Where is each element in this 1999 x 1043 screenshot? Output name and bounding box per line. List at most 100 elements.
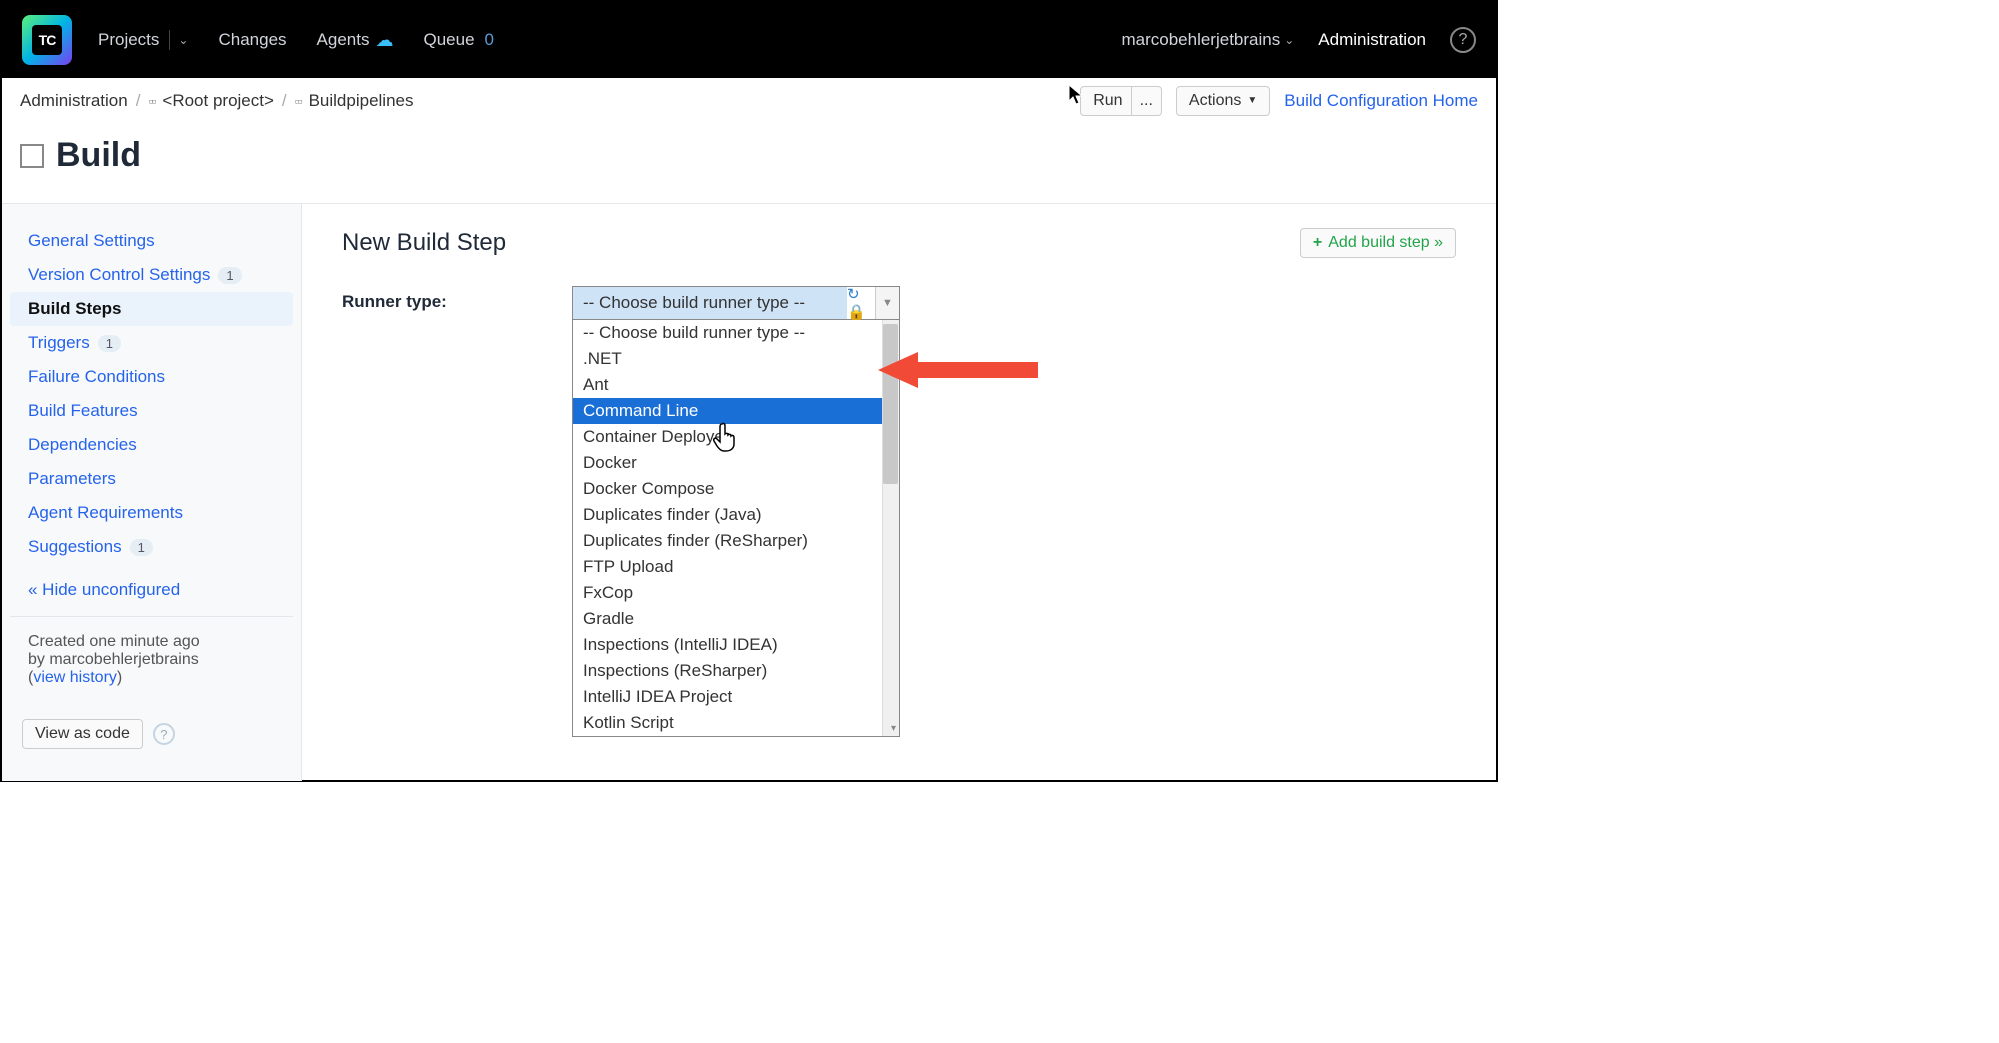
- sidebar-item-label: Build Steps: [28, 299, 122, 319]
- sidebar-item-features[interactable]: Build Features: [10, 394, 293, 428]
- nav-queue-count: 0: [485, 30, 494, 50]
- help-icon[interactable]: ?: [153, 723, 175, 745]
- user-menu[interactable]: marcobehlerjetbrains ⌄: [1121, 30, 1294, 50]
- main-header: New Build Step + Add build step »: [342, 228, 1456, 258]
- build-config-icon: [20, 144, 44, 168]
- project-icon: ▫▫: [295, 93, 301, 109]
- dropdown-option[interactable]: Docker Compose: [573, 476, 899, 502]
- sidebar-item-failure[interactable]: Failure Conditions: [10, 360, 293, 394]
- sidebar-item-label: Build Features: [28, 401, 138, 421]
- actions-button-label: Actions: [1189, 92, 1241, 110]
- runner-type-value: -- Choose build runner type --: [573, 287, 847, 319]
- nav-changes[interactable]: Changes: [218, 30, 286, 50]
- sidebar-item-general[interactable]: General Settings: [10, 224, 293, 258]
- sidebar-footer: View as code ?: [10, 703, 293, 765]
- runner-type-combo[interactable]: -- Choose build runner type -- ↻🔒 ▼: [572, 286, 900, 320]
- user-name: marcobehlerjetbrains: [1121, 30, 1280, 50]
- run-more-button[interactable]: ...: [1132, 86, 1162, 116]
- sidebar-item-triggers[interactable]: Triggers 1: [10, 326, 293, 360]
- hide-unconfigured-label: « Hide unconfigured: [28, 580, 180, 599]
- breadcrumb-root[interactable]: <Root project>: [162, 91, 274, 111]
- sidebar-item-label: General Settings: [28, 231, 155, 251]
- sidebar-item-agentreq[interactable]: Agent Requirements: [10, 496, 293, 530]
- combo-arrow-icon[interactable]: ▼: [875, 287, 899, 319]
- red-arrow-annotation: [878, 350, 1038, 395]
- dropdown-option[interactable]: FxCop: [573, 580, 899, 606]
- view-history-link[interactable]: view history: [33, 669, 117, 686]
- nav-projects-label: Projects: [98, 30, 159, 50]
- created-line-1: Created one minute ago: [28, 633, 275, 651]
- sidebar-item-deps[interactable]: Dependencies: [10, 428, 293, 462]
- nav-projects[interactable]: Projects: [98, 30, 170, 50]
- actions-button[interactable]: Actions ▼: [1176, 86, 1270, 116]
- dropdown-option[interactable]: Ant: [573, 372, 899, 398]
- hide-unconfigured-link[interactable]: « Hide unconfigured: [10, 564, 293, 616]
- nav-agents-label: Agents: [317, 30, 370, 50]
- cloud-icon: ☁: [375, 30, 393, 51]
- sidebar-badge: 1: [218, 267, 241, 284]
- breadcrumb-admin[interactable]: Administration: [20, 91, 128, 111]
- sidebar-item-label: Dependencies: [28, 435, 137, 455]
- scrollbar-thumb[interactable]: [883, 324, 898, 484]
- scroll-down-icon[interactable]: ▾: [891, 723, 896, 734]
- dropdown-option[interactable]: Inspections (IntelliJ IDEA): [573, 632, 899, 658]
- config-home-link[interactable]: Build Configuration Home: [1284, 91, 1478, 111]
- sidebar-item-params[interactable]: Parameters: [10, 462, 293, 496]
- dropdown-option[interactable]: IntelliJ IDEA Project: [573, 684, 899, 710]
- created-line-2: by marcobehlerjetbrains: [28, 651, 275, 669]
- sidebar-item-vcs[interactable]: Version Control Settings 1: [10, 258, 293, 292]
- nav-queue-label: Queue: [423, 30, 474, 50]
- nav-changes-label: Changes: [218, 30, 286, 50]
- dropdown-option[interactable]: Inspections (ReSharper): [573, 658, 899, 684]
- run-more-label: ...: [1140, 92, 1153, 110]
- run-button[interactable]: Run: [1080, 86, 1131, 116]
- sidebar-item-label: Suggestions: [28, 537, 122, 557]
- dropdown-option[interactable]: Duplicates finder (Java): [573, 502, 899, 528]
- page-title-row: Build: [2, 124, 1496, 203]
- breadcrumb: Administration / ▫▫ <Root project> / ▫▫ …: [20, 91, 413, 111]
- main-title: New Build Step: [342, 229, 506, 257]
- sidebar-badge: 1: [98, 335, 121, 352]
- nav-administration-label: Administration: [1318, 30, 1426, 49]
- nav-agents[interactable]: Agents ☁: [317, 30, 394, 51]
- sub-header: Administration / ▫▫ <Root project> / ▫▫ …: [2, 78, 1496, 124]
- sidebar-item-build-steps[interactable]: Build Steps: [10, 292, 293, 326]
- runner-type-dropdown[interactable]: -- Choose build runner type --.NETAntCom…: [572, 320, 900, 737]
- sidebar-item-label: Agent Requirements: [28, 503, 183, 523]
- dropdown-option[interactable]: FTP Upload: [573, 554, 899, 580]
- top-bar: TC Projects ⌄ Changes Agents ☁ Queue 0 m…: [2, 2, 1496, 78]
- nav-administration[interactable]: Administration: [1318, 30, 1426, 50]
- sidebar-item-label: Triggers: [28, 333, 90, 353]
- breadcrumb-separator: /: [136, 91, 141, 111]
- refresh-lock-icon[interactable]: ↻🔒: [847, 285, 875, 321]
- dropdown-option[interactable]: Container Deployer: [573, 424, 899, 450]
- dropdown-option[interactable]: -- Choose build runner type --: [573, 320, 899, 346]
- project-icon: ▫▫: [148, 93, 154, 109]
- dropdown-option[interactable]: Command Line: [573, 398, 899, 424]
- top-right: marcobehlerjetbrains ⌄ Administration ?: [1121, 27, 1476, 53]
- teamcity-logo[interactable]: TC: [22, 15, 72, 65]
- dropdown-option[interactable]: .NET: [573, 346, 899, 372]
- chevron-down-icon[interactable]: ⌄: [178, 33, 188, 47]
- help-icon[interactable]: ?: [1450, 27, 1476, 53]
- view-as-code-label: View as code: [35, 725, 130, 743]
- sidebar-list: General Settings Version Control Setting…: [10, 224, 293, 616]
- dropdown-option[interactable]: Gradle: [573, 606, 899, 632]
- main-content: New Build Step + Add build step » Runner…: [302, 204, 1496, 781]
- breadcrumb-separator: /: [282, 91, 287, 111]
- sidebar-item-label: Parameters: [28, 469, 116, 489]
- dropdown-option[interactable]: Duplicates finder (ReSharper): [573, 528, 899, 554]
- add-build-step-label: Add build step »: [1328, 234, 1443, 252]
- sidebar-meta: Created one minute ago by marcobehlerjet…: [10, 616, 293, 703]
- add-build-step-button[interactable]: + Add build step »: [1300, 228, 1456, 258]
- sidebar-badge: 1: [130, 539, 153, 556]
- scrollbar-track[interactable]: ▴ ▾: [882, 320, 899, 736]
- runner-type-combo-wrap: -- Choose build runner type -- ↻🔒 ▼ -- C…: [572, 286, 900, 320]
- dropdown-option[interactable]: Kotlin Script: [573, 710, 899, 736]
- sidebar-item-suggestions[interactable]: Suggestions 1: [10, 530, 293, 564]
- runner-type-row: Runner type: -- Choose build runner type…: [342, 286, 1456, 320]
- breadcrumb-project[interactable]: Buildpipelines: [309, 91, 414, 111]
- dropdown-option[interactable]: Docker: [573, 450, 899, 476]
- view-as-code-button[interactable]: View as code: [22, 719, 143, 749]
- nav-queue[interactable]: Queue 0: [423, 30, 494, 50]
